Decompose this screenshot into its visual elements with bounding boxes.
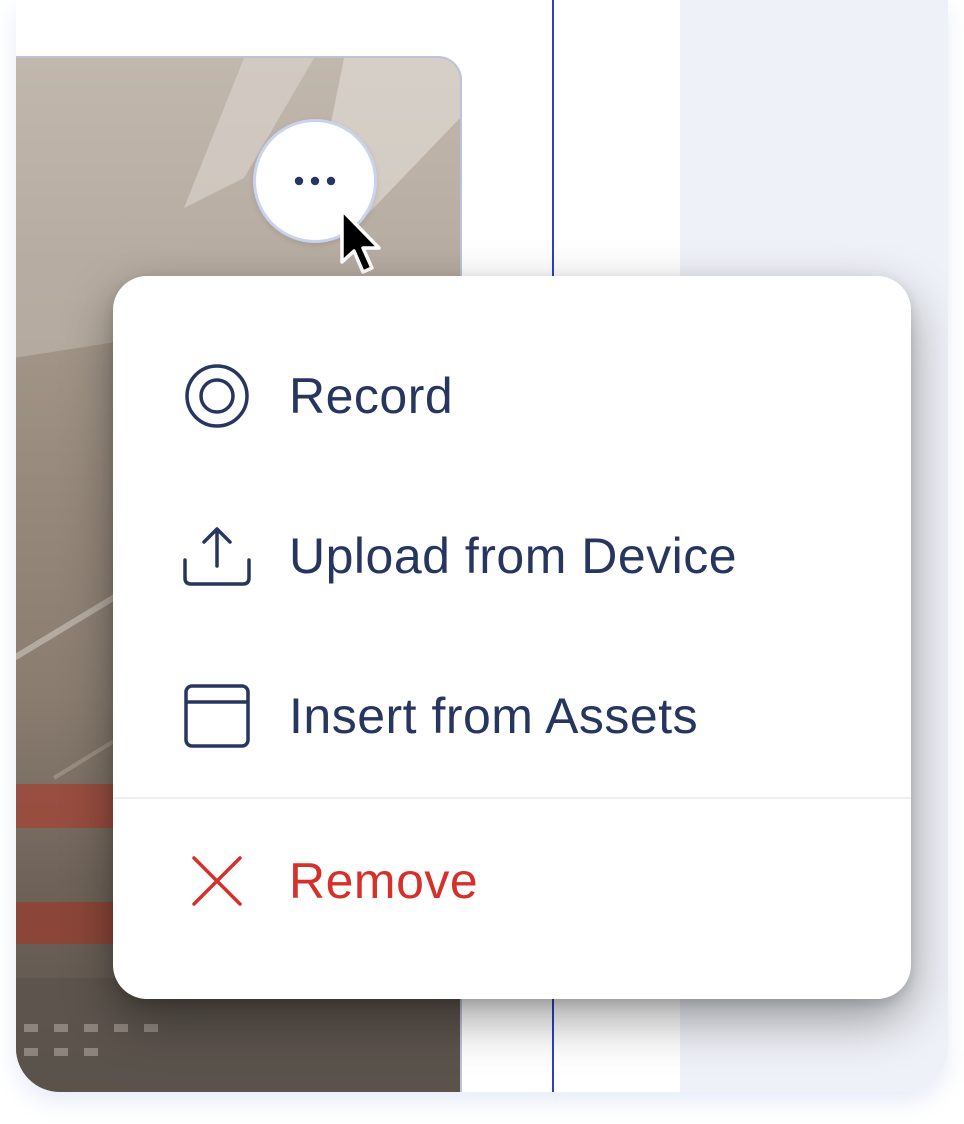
more-horizontal-icon	[294, 176, 336, 186]
menu-item-label: Record	[289, 368, 454, 424]
editor-canvas: Record Upload from Device Insert from As…	[16, 0, 948, 1092]
upload-icon	[183, 522, 251, 590]
menu-item-remove[interactable]: Remove	[113, 821, 911, 941]
menu-item-record[interactable]: Record	[113, 336, 911, 456]
menu-item-insert-from-assets[interactable]: Insert from Assets	[113, 656, 911, 776]
media-options-menu: Record Upload from Device Insert from As…	[113, 276, 911, 999]
menu-item-label: Upload from Device	[289, 528, 738, 584]
record-icon	[183, 362, 251, 430]
menu-item-label: Remove	[289, 853, 479, 909]
assets-window-icon	[183, 682, 251, 750]
menu-item-label: Insert from Assets	[289, 688, 699, 744]
close-x-icon	[183, 847, 251, 915]
menu-item-upload-from-device[interactable]: Upload from Device	[113, 496, 911, 616]
mouse-cursor-icon	[340, 208, 381, 274]
menu-divider	[113, 797, 911, 799]
